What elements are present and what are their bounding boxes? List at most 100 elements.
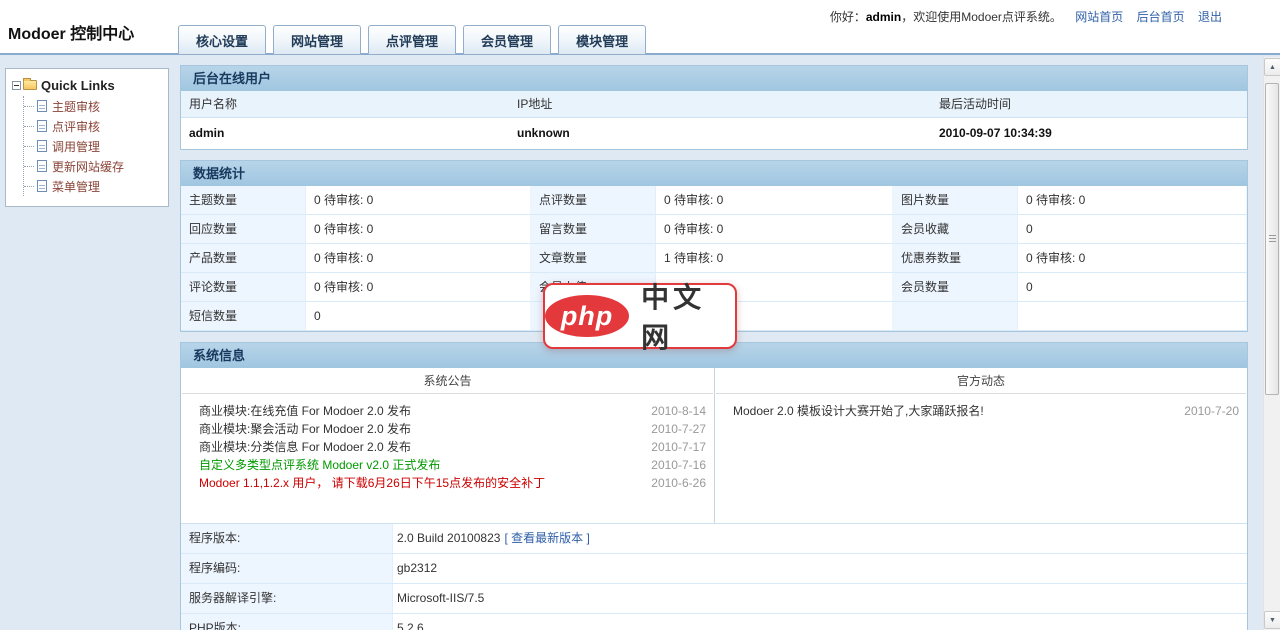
quick-links-sidebar: Quick Links 主题审核 点评审核 调用管理 更新网站缓存 菜单管理 <box>5 68 169 207</box>
online-users-panel: 后台在线用户 用户名称 IP地址 最后活动时间 admin unknown 20… <box>180 65 1248 150</box>
stat-label: 优惠券数量 <box>893 244 1018 273</box>
stat-label: 留言数量 <box>531 215 656 244</box>
stat-value: 0 <box>1018 273 1247 302</box>
announcement-link[interactable]: Modoer 1.1,1.2.x 用户， 请下载6月26日下午15点发布的安全补… <box>199 474 636 492</box>
info-value: 5.2.6 <box>393 614 1247 630</box>
top-header: Modoer 控制中心 你好：admin，欢迎使用Modoer点评系统。 网站首… <box>0 0 1280 55</box>
announcement-item: 自定义多类型点评系统 Modoer v2.0 正式发布 2010-7-16 <box>199 456 708 474</box>
info-label: 服务器解译引擎: <box>181 584 393 613</box>
link-logout[interactable]: 退出 <box>1198 10 1222 24</box>
col-header-username: 用户名称 <box>181 91 509 118</box>
greeting-bar: 你好：admin，欢迎使用Modoer点评系统。 网站首页 后台首页 退出 <box>830 8 1222 25</box>
announcement-date: 2010-7-16 <box>636 456 708 474</box>
greeting-prefix: 你好： <box>830 10 866 24</box>
check-latest-version-link[interactable]: [ 查看最新版本 ] <box>504 531 589 545</box>
announcement-date: 2010-6-26 <box>636 474 708 492</box>
col-header-ip: IP地址 <box>509 91 931 118</box>
tree-collapse-icon[interactable] <box>12 81 21 90</box>
greeting-suffix: ，欢迎使用Modoer点评系统。 <box>901 10 1062 24</box>
stat-value: 0 待审核: 0 <box>1018 244 1247 273</box>
info-row-server-engine: 服务器解译引擎: Microsoft-IIS/7.5 <box>181 584 1247 614</box>
statistics-panel-title: 数据统计 <box>181 161 1247 186</box>
info-row-php-version: PHP版本: 5.2.6 <box>181 614 1247 630</box>
tab-review-management[interactable]: 点评管理 <box>368 25 456 55</box>
announcements-title: 系统公告 <box>182 368 713 394</box>
stat-label: 评论数量 <box>181 273 306 302</box>
info-value: Microsoft-IIS/7.5 <box>393 584 1247 613</box>
official-news-column: 官方动态 Modoer 2.0 模板设计大赛开始了,大家踊跃报名! 2010-7… <box>715 368 1247 523</box>
online-ip: unknown <box>509 118 931 149</box>
tree-items: 主题审核 点评审核 调用管理 更新网站缓存 菜单管理 <box>23 96 164 196</box>
greeting-username: admin <box>866 10 901 24</box>
announcement-link[interactable]: 商业模块:聚会活动 For Modoer 2.0 发布 <box>199 420 636 438</box>
sidebar-item-review-audit[interactable]: 点评审核 <box>24 116 164 136</box>
col-header-last-active: 最后活动时间 <box>931 91 1247 118</box>
php-cn-watermark: php 中文网 <box>543 283 737 349</box>
app-title: Modoer 控制中心 <box>8 20 134 44</box>
info-row-encoding: 程序编码: gb2312 <box>181 554 1247 584</box>
stat-value <box>1018 302 1247 331</box>
announcements-column: 系统公告 商业模块:在线充值 For Modoer 2.0 发布 2010-8-… <box>181 368 715 523</box>
announcement-item: Modoer 1.1,1.2.x 用户， 请下载6月26日下午15点发布的安全补… <box>199 474 708 492</box>
announcement-link[interactable]: 商业模块:分类信息 For Modoer 2.0 发布 <box>199 438 636 456</box>
link-site-home[interactable]: 网站首页 <box>1075 10 1123 24</box>
document-icon <box>37 120 47 132</box>
info-label: PHP版本: <box>181 614 393 630</box>
stat-label: 主题数量 <box>181 186 306 215</box>
stat-label: 会员收藏 <box>893 215 1018 244</box>
announcement-date: 2010-7-17 <box>636 438 708 456</box>
info-value: gb2312 <box>393 554 1247 583</box>
tree-root-row: Quick Links <box>12 75 164 95</box>
tab-core-settings[interactable]: 核心设置 <box>178 25 266 55</box>
page: Modoer 控制中心 你好：admin，欢迎使用Modoer点评系统。 网站首… <box>0 0 1280 630</box>
stat-label: 图片数量 <box>893 186 1018 215</box>
official-news-link[interactable]: Modoer 2.0 模板设计大赛开始了,大家踊跃报名! <box>733 402 1169 420</box>
official-news-date: 2010-7-20 <box>1169 402 1241 420</box>
announcement-item: 商业模块:分类信息 For Modoer 2.0 发布 2010-7-17 <box>199 438 708 456</box>
tab-member-management[interactable]: 会员管理 <box>463 25 551 55</box>
tab-site-management[interactable]: 网站管理 <box>273 25 361 55</box>
watermark-text: 中文网 <box>641 276 735 356</box>
announcement-item: 商业模块:聚会活动 For Modoer 2.0 发布 2010-7-27 <box>199 420 708 438</box>
scrollbar-grip-icon <box>1269 235 1276 243</box>
system-news-columns: 系统公告 商业模块:在线充值 For Modoer 2.0 发布 2010-8-… <box>181 368 1247 524</box>
stat-value: 0 待审核: 0 <box>656 215 893 244</box>
stat-value: 0 待审核: 0 <box>306 186 531 215</box>
stat-value: 0 待审核: 0 <box>1018 186 1247 215</box>
document-icon <box>37 180 47 192</box>
stat-value: 0 待审核: 0 <box>306 244 531 273</box>
sidebar-item-menu-management[interactable]: 菜单管理 <box>24 176 164 196</box>
online-users-panel-title: 后台在线用户 <box>181 66 1247 91</box>
info-value: 2.0 Build 20100823[ 查看最新版本 ] <box>393 524 1247 553</box>
stat-value: 0 <box>306 302 531 331</box>
scroll-up-icon[interactable]: ▲ <box>1264 58 1280 76</box>
info-label: 程序编码: <box>181 554 393 583</box>
link-admin-home[interactable]: 后台首页 <box>1137 10 1185 24</box>
stat-label: 产品数量 <box>181 244 306 273</box>
sidebar-item-call-management[interactable]: 调用管理 <box>24 136 164 156</box>
scrollbar-thumb[interactable] <box>1265 83 1279 395</box>
info-row-program-version: 程序版本: 2.0 Build 20100823[ 查看最新版本 ] <box>181 524 1247 554</box>
announcement-link[interactable]: 商业模块:在线充值 For Modoer 2.0 发布 <box>199 402 636 420</box>
stat-label: 会员数量 <box>893 273 1018 302</box>
online-username: admin <box>181 118 509 149</box>
stat-label: 点评数量 <box>531 186 656 215</box>
main-tabs: 核心设置 网站管理 点评管理 会员管理 模块管理 <box>178 25 646 55</box>
stat-value: 1 待审核: 0 <box>656 244 893 273</box>
stat-label: 回应数量 <box>181 215 306 244</box>
folder-icon <box>23 80 37 90</box>
document-icon <box>37 160 47 172</box>
stat-label <box>893 302 1018 331</box>
online-last-active: 2010-09-07 10:34:39 <box>931 118 1247 149</box>
announcement-link[interactable]: 自定义多类型点评系统 Modoer v2.0 正式发布 <box>199 456 636 474</box>
sidebar-item-topic-audit[interactable]: 主题审核 <box>24 96 164 116</box>
tab-module-management[interactable]: 模块管理 <box>558 25 646 55</box>
vertical-scrollbar[interactable]: ▲ ▼ <box>1263 57 1280 630</box>
stat-label: 短信数量 <box>181 302 306 331</box>
sidebar-item-update-cache[interactable]: 更新网站缓存 <box>24 156 164 176</box>
announcement-date: 2010-7-27 <box>636 420 708 438</box>
official-news-title: 官方动态 <box>716 368 1246 394</box>
info-label: 程序版本: <box>181 524 393 553</box>
php-logo-icon: php <box>545 295 629 337</box>
scroll-down-icon[interactable]: ▼ <box>1264 611 1280 629</box>
